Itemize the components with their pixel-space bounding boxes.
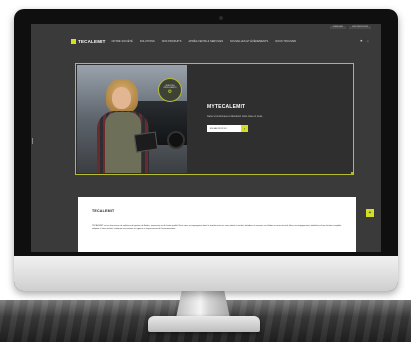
intro-title: TECALEMIT [92, 209, 115, 213]
nav-item-company[interactable]: NOTRE SOCIÉTÉ [112, 40, 133, 43]
nav-item-after-sales[interactable]: APRÈS-VENTE & SERVICES [189, 40, 224, 43]
distributors-link[interactable]: DISTRIBUTEURS [348, 25, 371, 29]
logo-mark-icon [71, 38, 76, 44]
site-header: TECALEMIT NOTRE SOCIÉTÉ SOLUTIONS NOS PR… [31, 31, 381, 51]
hero-cta-button[interactable]: EN SAVOIR PLUS › [207, 125, 248, 132]
hero-content: MYTECALEMIT Gérez vos données et démarre… [207, 104, 347, 118]
nav-item-solutions[interactable]: SOLUTIONS [140, 40, 155, 43]
plus-icon[interactable]: + [366, 209, 374, 217]
monitor-screen: FRANÇAIS DISTRIBUTEURS TECALEMIT NOTRE S… [31, 24, 381, 252]
tablet-device [133, 131, 159, 153]
nav-item-find-us[interactable]: NOUS TROUVER [275, 40, 296, 43]
language-link[interactable]: FRANÇAIS [329, 25, 346, 29]
scroll-indicator[interactable] [32, 138, 33, 144]
logo-text: TECALEMIT [78, 38, 106, 44]
hero-title: MYTECALEMIT [207, 104, 246, 110]
hero-photo: SERVICES INTELLIGENTS ⚙ [77, 65, 187, 173]
hero-banner: SERVICES INTELLIGENTS ⚙ MYTECALEMIT Gére… [75, 63, 354, 175]
smart-services-badge: SERVICES INTELLIGENTS ⚙ [158, 78, 182, 102]
flag-icon[interactable]: ⚑ [360, 39, 364, 43]
main-nav: NOTRE SOCIÉTÉ SOLUTIONS NOS PRODUITS APR… [112, 40, 360, 43]
header-icons: ⚑ ⌕ [360, 39, 371, 43]
search-icon[interactable]: ⌕ [367, 39, 371, 43]
truck-icon: ⚙ [167, 89, 173, 96]
webcam-icon [219, 16, 223, 20]
hero-description: Gérez vos données et démarrez votre mise… [207, 115, 263, 118]
intro-card: TECALEMIT TECALEMIT est un fournisseur d… [78, 197, 356, 252]
hero-corner-accent [351, 172, 354, 175]
nav-item-products[interactable]: NOS PRODUITS [162, 40, 182, 43]
monitor-chin [14, 256, 398, 291]
arrow-right-icon: › [241, 125, 248, 132]
person-face [112, 87, 131, 109]
utility-bar: FRANÇAIS DISTRIBUTEURS [31, 24, 381, 30]
intro-text: TECALEMIT est un fournisseur de solution… [92, 225, 342, 230]
cta-label: EN SAVOIR PLUS [207, 125, 241, 132]
monitor-stand-base [148, 316, 260, 332]
site-logo[interactable]: TECALEMIT [71, 38, 106, 44]
nav-item-news[interactable]: NOUVELLES ET ÉVÉNEMENTS [230, 40, 268, 43]
